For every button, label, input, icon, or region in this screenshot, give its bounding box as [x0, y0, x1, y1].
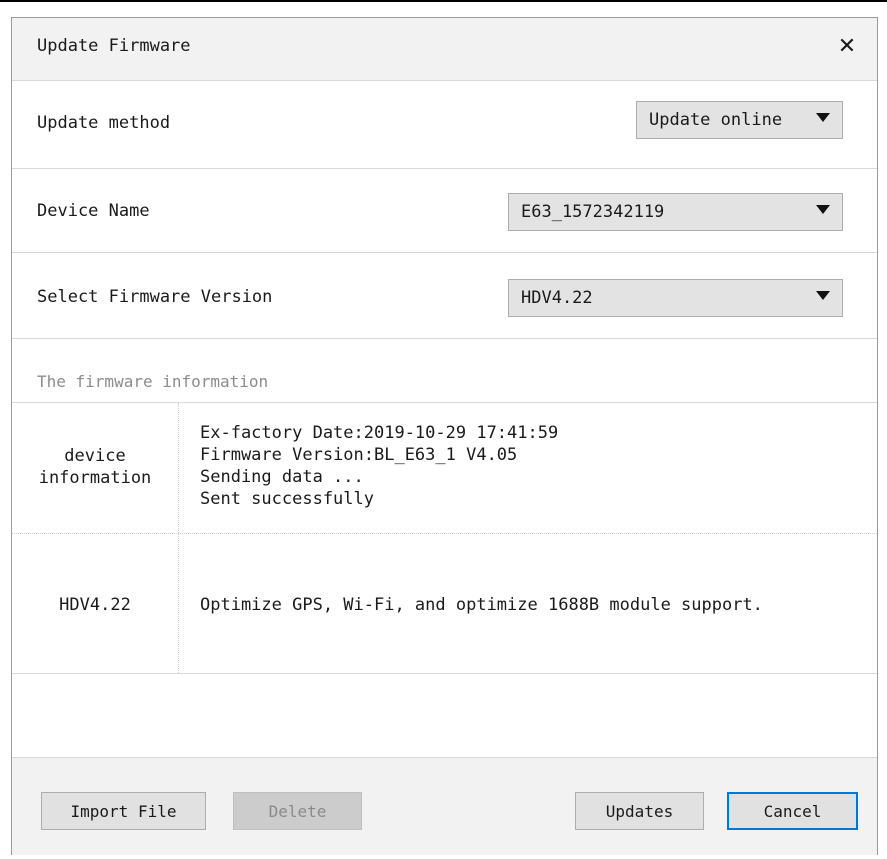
info-line: Firmware Version:BL_E63_1 V4.05 [200, 445, 518, 465]
table-row-value: Optimize GPS, Wi-Fi, and optimize 1688B … [200, 594, 763, 616]
table-row-value: Ex-factory Date:2019-10-29 17:41:59 Firm… [200, 422, 558, 510]
update-method-value: Update online [649, 110, 783, 130]
device-name-select[interactable]: E63_1572342119 [508, 193, 843, 231]
delete-button: Delete [233, 792, 362, 830]
device-info-key-line: device [64, 446, 126, 466]
table-row-key: device information [12, 445, 178, 489]
column-divider [178, 403, 179, 673]
update-method-row: Update method Update online [12, 81, 877, 169]
chevron-down-icon [816, 113, 830, 122]
updates-button[interactable]: Updates [575, 792, 704, 830]
import-file-button[interactable]: Import File [41, 792, 206, 830]
firmware-version-value: HDV4.22 [521, 288, 593, 308]
device-name-value: E63_1572342119 [521, 202, 665, 222]
version-key-line: HDV4.22 [59, 595, 131, 615]
firmware-version-row: Select Firmware Version HDV4.22 [12, 253, 877, 339]
info-line: Sent successfully [200, 489, 374, 509]
update-method-select[interactable]: Update online [636, 101, 843, 139]
update-firmware-dialog: Update Firmware ✕ Update method Update o… [11, 17, 878, 855]
device-name-row: Device Name E63_1572342119 [12, 169, 877, 253]
release-note-line: Optimize GPS, Wi-Fi, and optimize 1688B … [200, 595, 763, 615]
top-border-line [0, 0, 887, 2]
dialog-title: Update Firmware [37, 36, 191, 56]
firmware-version-select[interactable]: HDV4.22 [508, 279, 843, 317]
firmware-info-table: device information Ex-factory Date:2019-… [12, 402, 877, 674]
row-divider [12, 533, 877, 534]
info-line: Ex-factory Date:2019-10-29 17:41:59 [200, 423, 559, 443]
device-name-label: Device Name [37, 201, 150, 221]
firmware-info-section-label: The firmware information [37, 372, 269, 391]
cancel-button[interactable]: Cancel [727, 792, 858, 830]
title-bar: Update Firmware ✕ [12, 18, 877, 81]
chevron-down-icon [816, 291, 830, 300]
info-line: Sending data ... [200, 467, 364, 487]
dialog-footer: Import File Delete Updates Cancel [12, 757, 877, 855]
device-info-key-line: information [38, 468, 152, 488]
close-button[interactable]: ✕ [831, 30, 863, 62]
close-icon: ✕ [837, 33, 857, 59]
chevron-down-icon [816, 205, 830, 214]
update-method-label: Update method [37, 113, 171, 133]
firmware-version-label: Select Firmware Version [37, 287, 273, 307]
table-row-key: HDV4.22 [12, 594, 178, 616]
